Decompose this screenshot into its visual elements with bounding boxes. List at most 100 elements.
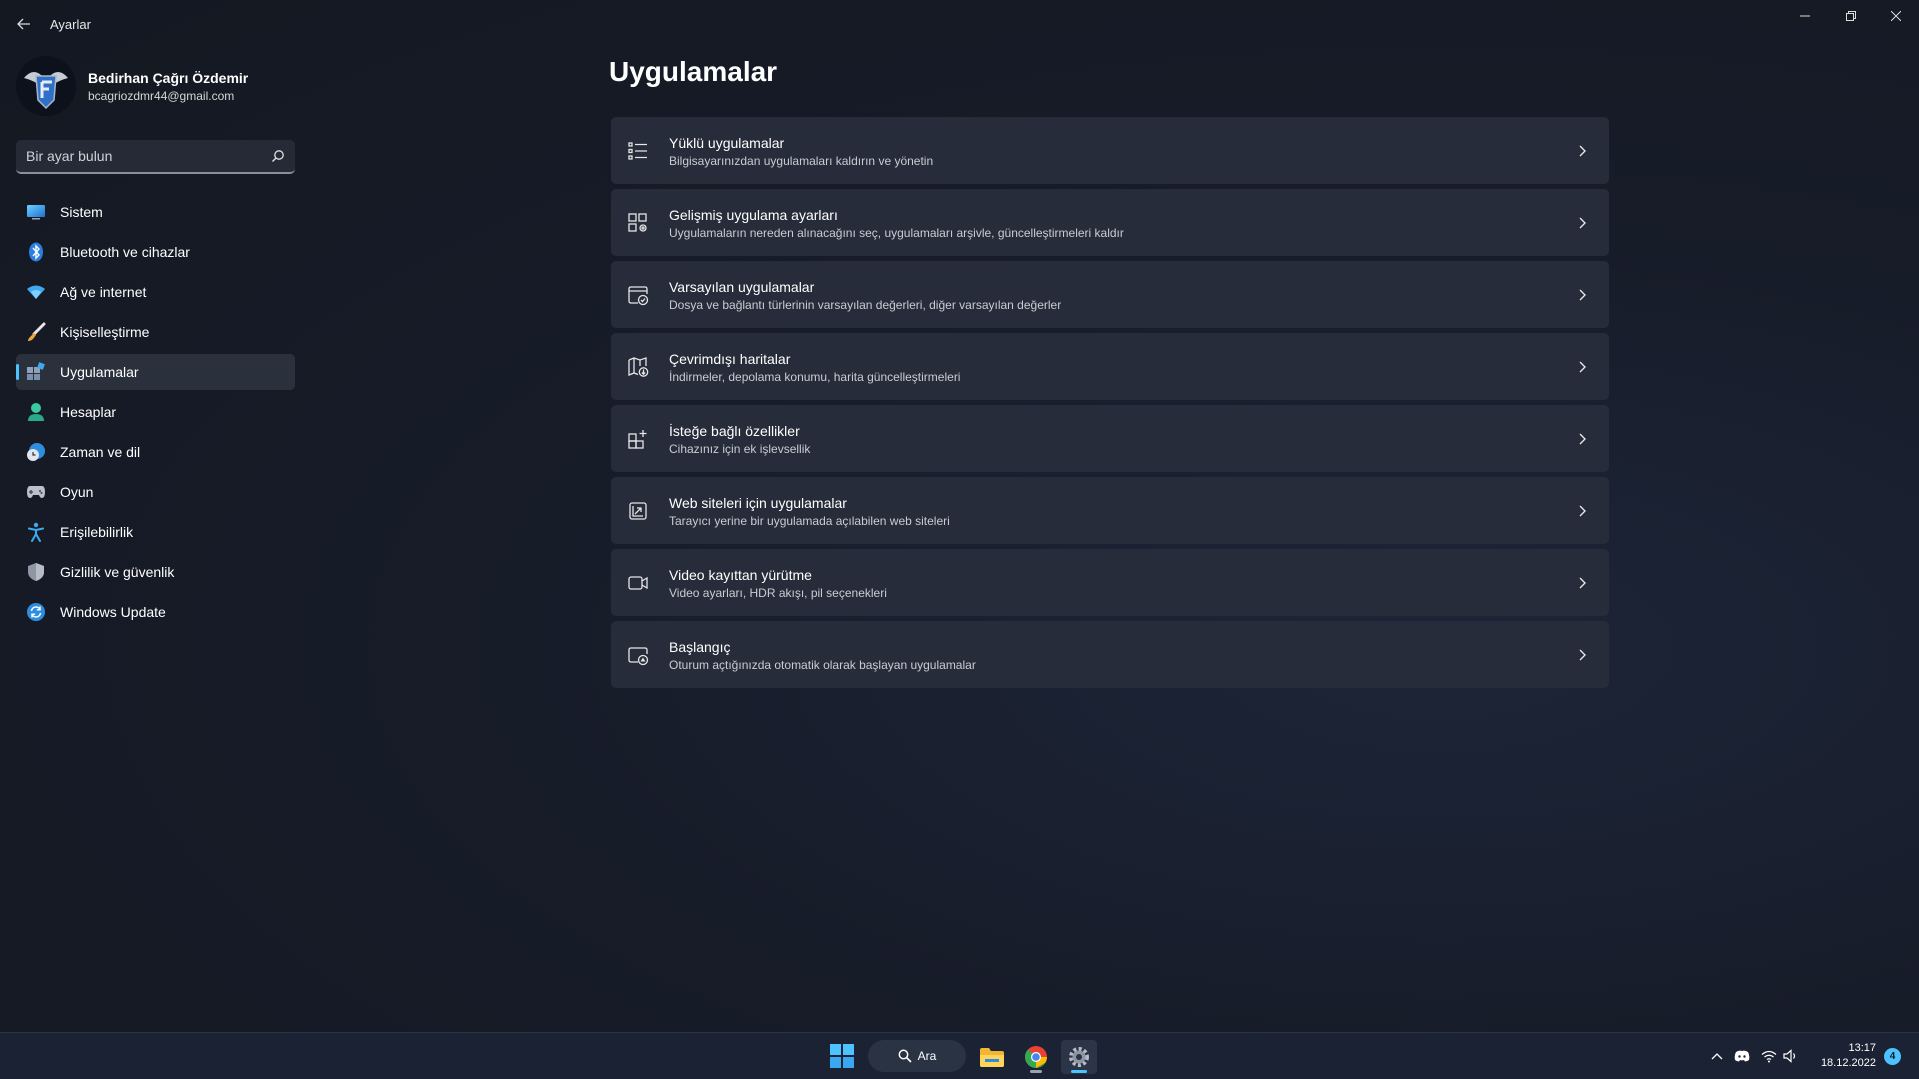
sidebar-item-apps[interactable]: Uygulamalar xyxy=(16,354,295,390)
brush-icon xyxy=(26,322,46,342)
discord-icon xyxy=(1734,1050,1750,1062)
card-apps-for-websites[interactable]: Web siteleri için uygulamalar Tarayıcı y… xyxy=(611,477,1609,544)
search-input[interactable] xyxy=(26,148,256,164)
sidebar-item-gaming[interactable]: Oyun xyxy=(16,474,295,510)
card-title: Web siteleri için uygulamalar xyxy=(669,495,847,511)
avatar-emblem-icon xyxy=(16,56,76,116)
taskbar-search-button[interactable]: Ara xyxy=(868,1040,966,1072)
app-settings-icon xyxy=(628,213,647,232)
chevron-right-icon xyxy=(1579,217,1586,229)
restore-button[interactable] xyxy=(1829,4,1873,28)
card-description: Bilgisayarınızdan uygulamaları kaldırın … xyxy=(669,154,934,168)
card-description: Oturum açtığınızda otomatik olarak başla… xyxy=(669,658,976,672)
tray-network[interactable] xyxy=(1760,1047,1778,1065)
sidebar-item-label: Oyun xyxy=(60,484,94,500)
person-icon xyxy=(26,402,46,422)
clock-time: 13:17 xyxy=(1848,1042,1876,1054)
taskbar-search-label: Ara xyxy=(917,1049,937,1063)
clock-date: 18.12.2022 xyxy=(1820,1057,1876,1069)
chevron-right-icon xyxy=(1579,289,1586,301)
chevron-right-icon xyxy=(1579,577,1586,589)
sidebar-item-sistem[interactable]: Sistem xyxy=(16,194,295,230)
sidebar-item-label: Bluetooth ve cihazlar xyxy=(60,244,190,260)
sidebar-item-label: Sistem xyxy=(60,204,103,220)
wifi-icon xyxy=(26,282,46,302)
sidebar-item-accessibility[interactable]: Erişilebilirlik xyxy=(16,514,295,550)
sidebar-item-personalization[interactable]: Kişiselleştirme xyxy=(16,314,295,350)
close-icon xyxy=(1891,11,1901,21)
close-button[interactable] xyxy=(1874,4,1918,28)
display-icon xyxy=(26,202,46,222)
shield-icon xyxy=(26,562,46,582)
taskbar-clock[interactable]: 13:17 18.12.2022 xyxy=(1812,1041,1876,1071)
card-description: Video ayarları, HDR akışı, pil seçenekle… xyxy=(669,586,887,600)
sidebar-item-label: Kişiselleştirme xyxy=(60,324,150,340)
open-external-icon xyxy=(629,502,647,520)
video-icon xyxy=(628,576,648,590)
settings-search-box[interactable] xyxy=(16,140,295,174)
taskbar-settings[interactable] xyxy=(1061,1040,1097,1074)
sidebar-item-privacy[interactable]: Gizlilik ve güvenlik xyxy=(16,554,295,590)
taskbar: Ara 13:17 18.12.2022 4 xyxy=(0,1032,1919,1079)
profile-name: Bedirhan Çağrı Özdemir xyxy=(88,69,249,86)
notification-badge[interactable]: 4 xyxy=(1884,1048,1901,1065)
title-bar: Ayarlar xyxy=(0,0,1919,48)
sidebar-item-time-language[interactable]: Zaman ve dil xyxy=(16,434,295,470)
card-title: Çevrimdışı haritalar xyxy=(669,351,791,367)
card-title: Video kayıttan yürütme xyxy=(669,567,812,583)
card-startup[interactable]: Başlangıç Oturum açtığınızda otomatik ol… xyxy=(611,621,1609,688)
minimize-icon xyxy=(1800,15,1810,17)
card-advanced-app-settings[interactable]: Gelişmiş uygulama ayarları Uygulamaların… xyxy=(611,189,1609,256)
taskbar-chrome[interactable] xyxy=(1018,1040,1054,1074)
card-title: Varsayılan uygulamalar xyxy=(669,279,815,295)
running-indicator xyxy=(1030,1070,1042,1073)
sidebar-item-bluetooth[interactable]: Bluetooth ve cihazlar xyxy=(16,234,295,270)
card-title: Başlangıç xyxy=(669,639,731,655)
card-default-apps[interactable]: Varsayılan uygulamalar Dosya ve bağlantı… xyxy=(611,261,1609,328)
sidebar-item-windows-update[interactable]: Windows Update xyxy=(16,594,295,630)
sidebar-item-network[interactable]: Ağ ve internet xyxy=(16,274,295,310)
tray-overflow-button[interactable] xyxy=(1708,1047,1726,1065)
card-installed-apps[interactable]: Yüklü uygulamalar Bilgisayarınızdan uygu… xyxy=(611,117,1609,184)
back-button[interactable] xyxy=(12,12,36,36)
chevron-right-icon xyxy=(1579,361,1586,373)
windows-logo-icon xyxy=(830,1044,854,1068)
globe-clock-icon xyxy=(26,442,46,462)
card-optional-features[interactable]: İsteğe bağlı özellikler Cihazınız için e… xyxy=(611,405,1609,472)
default-apps-icon xyxy=(628,286,649,306)
card-video-playback[interactable]: Video kayıttan yürütme Video ayarları, H… xyxy=(611,549,1609,616)
sidebar-item-accounts[interactable]: Hesaplar xyxy=(16,394,295,430)
minimize-button[interactable] xyxy=(1783,4,1827,28)
wifi-icon xyxy=(1761,1050,1777,1062)
card-description: Dosya ve bağlantı türlerinin varsayılan … xyxy=(669,298,1062,312)
sidebar-item-label: Hesaplar xyxy=(60,404,117,420)
restore-icon xyxy=(1846,11,1856,21)
taskbar-file-explorer[interactable] xyxy=(974,1040,1010,1074)
gear-icon xyxy=(1069,1047,1089,1067)
tray-volume[interactable] xyxy=(1782,1047,1800,1065)
sidebar-item-label: Gizlilik ve güvenlik xyxy=(60,564,175,580)
card-title: İsteğe bağlı özellikler xyxy=(669,423,800,439)
chrome-icon xyxy=(1025,1046,1047,1068)
search-icon xyxy=(898,1049,912,1063)
sidebar-item-label: Erişilebilirlik xyxy=(60,524,134,540)
chevron-up-icon xyxy=(1711,1053,1723,1060)
running-indicator xyxy=(1071,1070,1087,1073)
chevron-right-icon xyxy=(1579,145,1586,157)
card-description: Cihazınız için ek işlevsellik xyxy=(669,442,811,456)
gamepad-icon xyxy=(26,482,46,502)
apps-icon xyxy=(26,362,46,382)
sidebar-item-label: Uygulamalar xyxy=(60,364,139,380)
card-description: Tarayıcı yerine bir uygulamada açılabile… xyxy=(669,514,950,528)
tray-discord[interactable] xyxy=(1733,1047,1751,1065)
card-offline-maps[interactable]: Çevrimdışı haritalar İndirmeler, depolam… xyxy=(611,333,1609,400)
user-profile[interactable]: Bedirhan Çağrı Özdemir bcagriozdmr44@gma… xyxy=(16,56,248,116)
back-arrow-icon xyxy=(17,18,30,30)
chevron-right-icon xyxy=(1579,505,1586,517)
start-button[interactable] xyxy=(829,1043,855,1069)
card-title: Yüklü uygulamalar xyxy=(669,135,785,151)
startup-icon xyxy=(628,647,649,666)
avatar xyxy=(16,56,76,116)
search-icon[interactable] xyxy=(271,149,285,163)
speaker-icon xyxy=(1783,1049,1796,1063)
